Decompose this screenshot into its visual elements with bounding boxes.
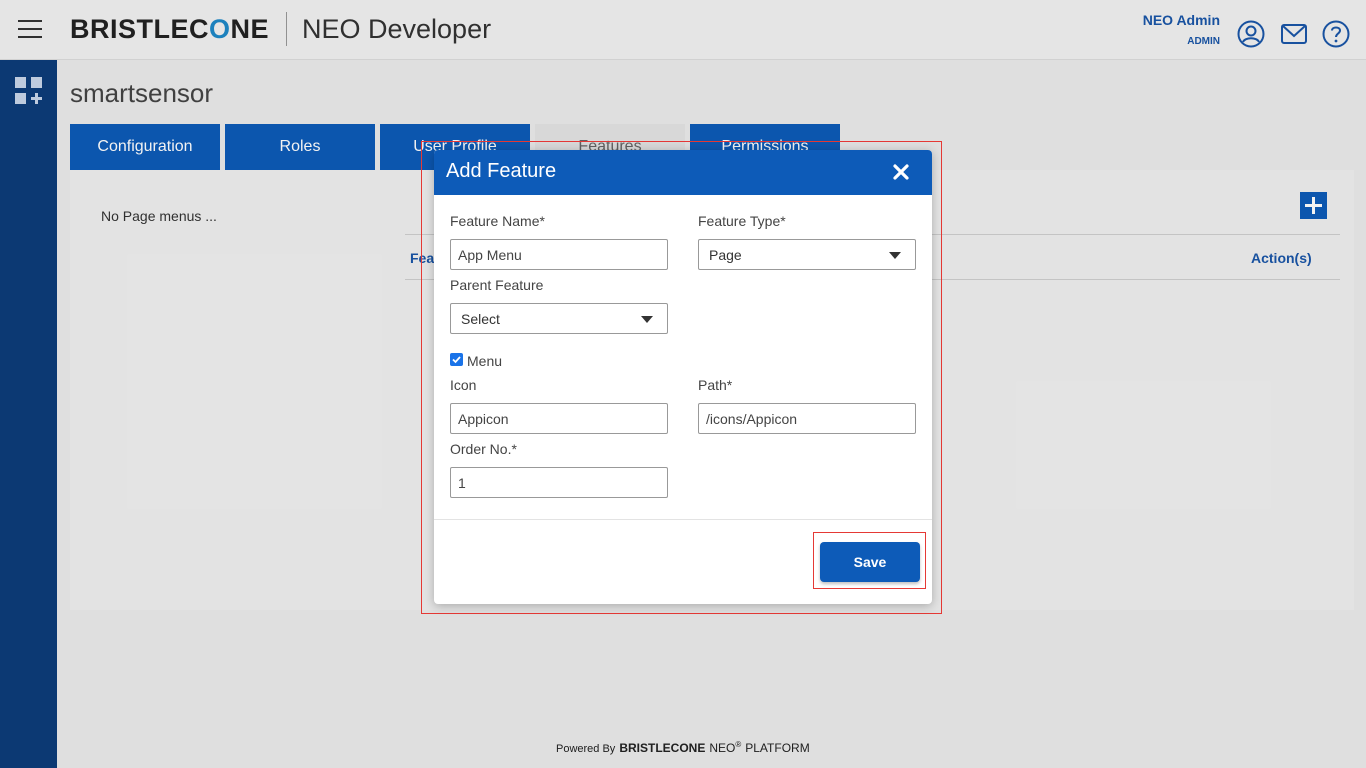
page-title: smartsensor	[70, 78, 214, 108]
icon-label: Icon	[450, 377, 477, 393]
footer-platform: PLATFORM	[745, 741, 810, 755]
apps-add-icon[interactable]	[14, 76, 44, 106]
table-header-actions: Action(s)	[1251, 250, 1312, 266]
tab-configuration[interactable]: Configuration	[70, 124, 220, 170]
mail-icon[interactable]	[1280, 20, 1308, 48]
order-no-input[interactable]	[450, 467, 668, 498]
add-feature-dialog: Add Feature Feature Name* Feature Type* …	[434, 150, 932, 604]
menu-icon[interactable]	[18, 20, 42, 40]
dialog-header: Add Feature	[434, 150, 932, 195]
table-header-feature: Fea	[410, 250, 435, 266]
path-label: Path*	[698, 377, 733, 393]
sidebar	[0, 60, 57, 768]
parent-feature-label: Parent Feature	[450, 277, 544, 293]
chevron-down-icon	[889, 252, 901, 259]
app-title: NEO Developer	[302, 14, 492, 44]
footer: Powered By BRISTLECONE NEO® PLATFORM	[556, 740, 810, 755]
save-button[interactable]: Save	[820, 542, 920, 582]
help-icon[interactable]	[1322, 20, 1350, 48]
user-role: ADMIN	[1187, 36, 1220, 47]
parent-feature-select[interactable]: Select	[450, 303, 668, 334]
chevron-down-icon	[641, 316, 653, 323]
parent-feature-value: Select	[461, 310, 500, 327]
menu-checkbox-label: Menu	[467, 353, 503, 369]
feature-name-label: Feature Name*	[450, 213, 545, 229]
feature-type-select[interactable]: Page	[698, 239, 916, 270]
icon-input[interactable]	[450, 403, 668, 434]
user-icon[interactable]	[1237, 20, 1265, 48]
add-feature-button[interactable]	[1300, 192, 1327, 219]
dialog-title: Add Feature	[446, 160, 557, 182]
app-header: BRISTLECONE NEO Developer NEO Admin ADMI…	[0, 0, 1366, 60]
check-icon	[452, 356, 461, 364]
user-name: NEO Admin	[1142, 12, 1220, 28]
bristlecone-logo: BRISTLECONE	[70, 14, 270, 44]
feature-type-value: Page	[709, 246, 742, 263]
menu-checkbox[interactable]	[450, 353, 463, 366]
footer-brand: BRISTLECONE	[619, 741, 706, 755]
path-input[interactable]	[698, 403, 916, 434]
dialog-footer-divider	[434, 519, 932, 520]
feature-name-input[interactable]	[450, 239, 668, 270]
footer-neo: NEO®	[709, 740, 742, 755]
order-no-label: Order No.*	[450, 441, 517, 457]
close-icon[interactable]	[890, 161, 912, 183]
powered-by-text: Powered By	[556, 743, 616, 755]
feature-type-label: Feature Type*	[698, 213, 786, 229]
empty-message: No Page menus ...	[101, 208, 217, 224]
tab-roles[interactable]: Roles	[225, 124, 375, 170]
header-divider	[286, 12, 287, 46]
